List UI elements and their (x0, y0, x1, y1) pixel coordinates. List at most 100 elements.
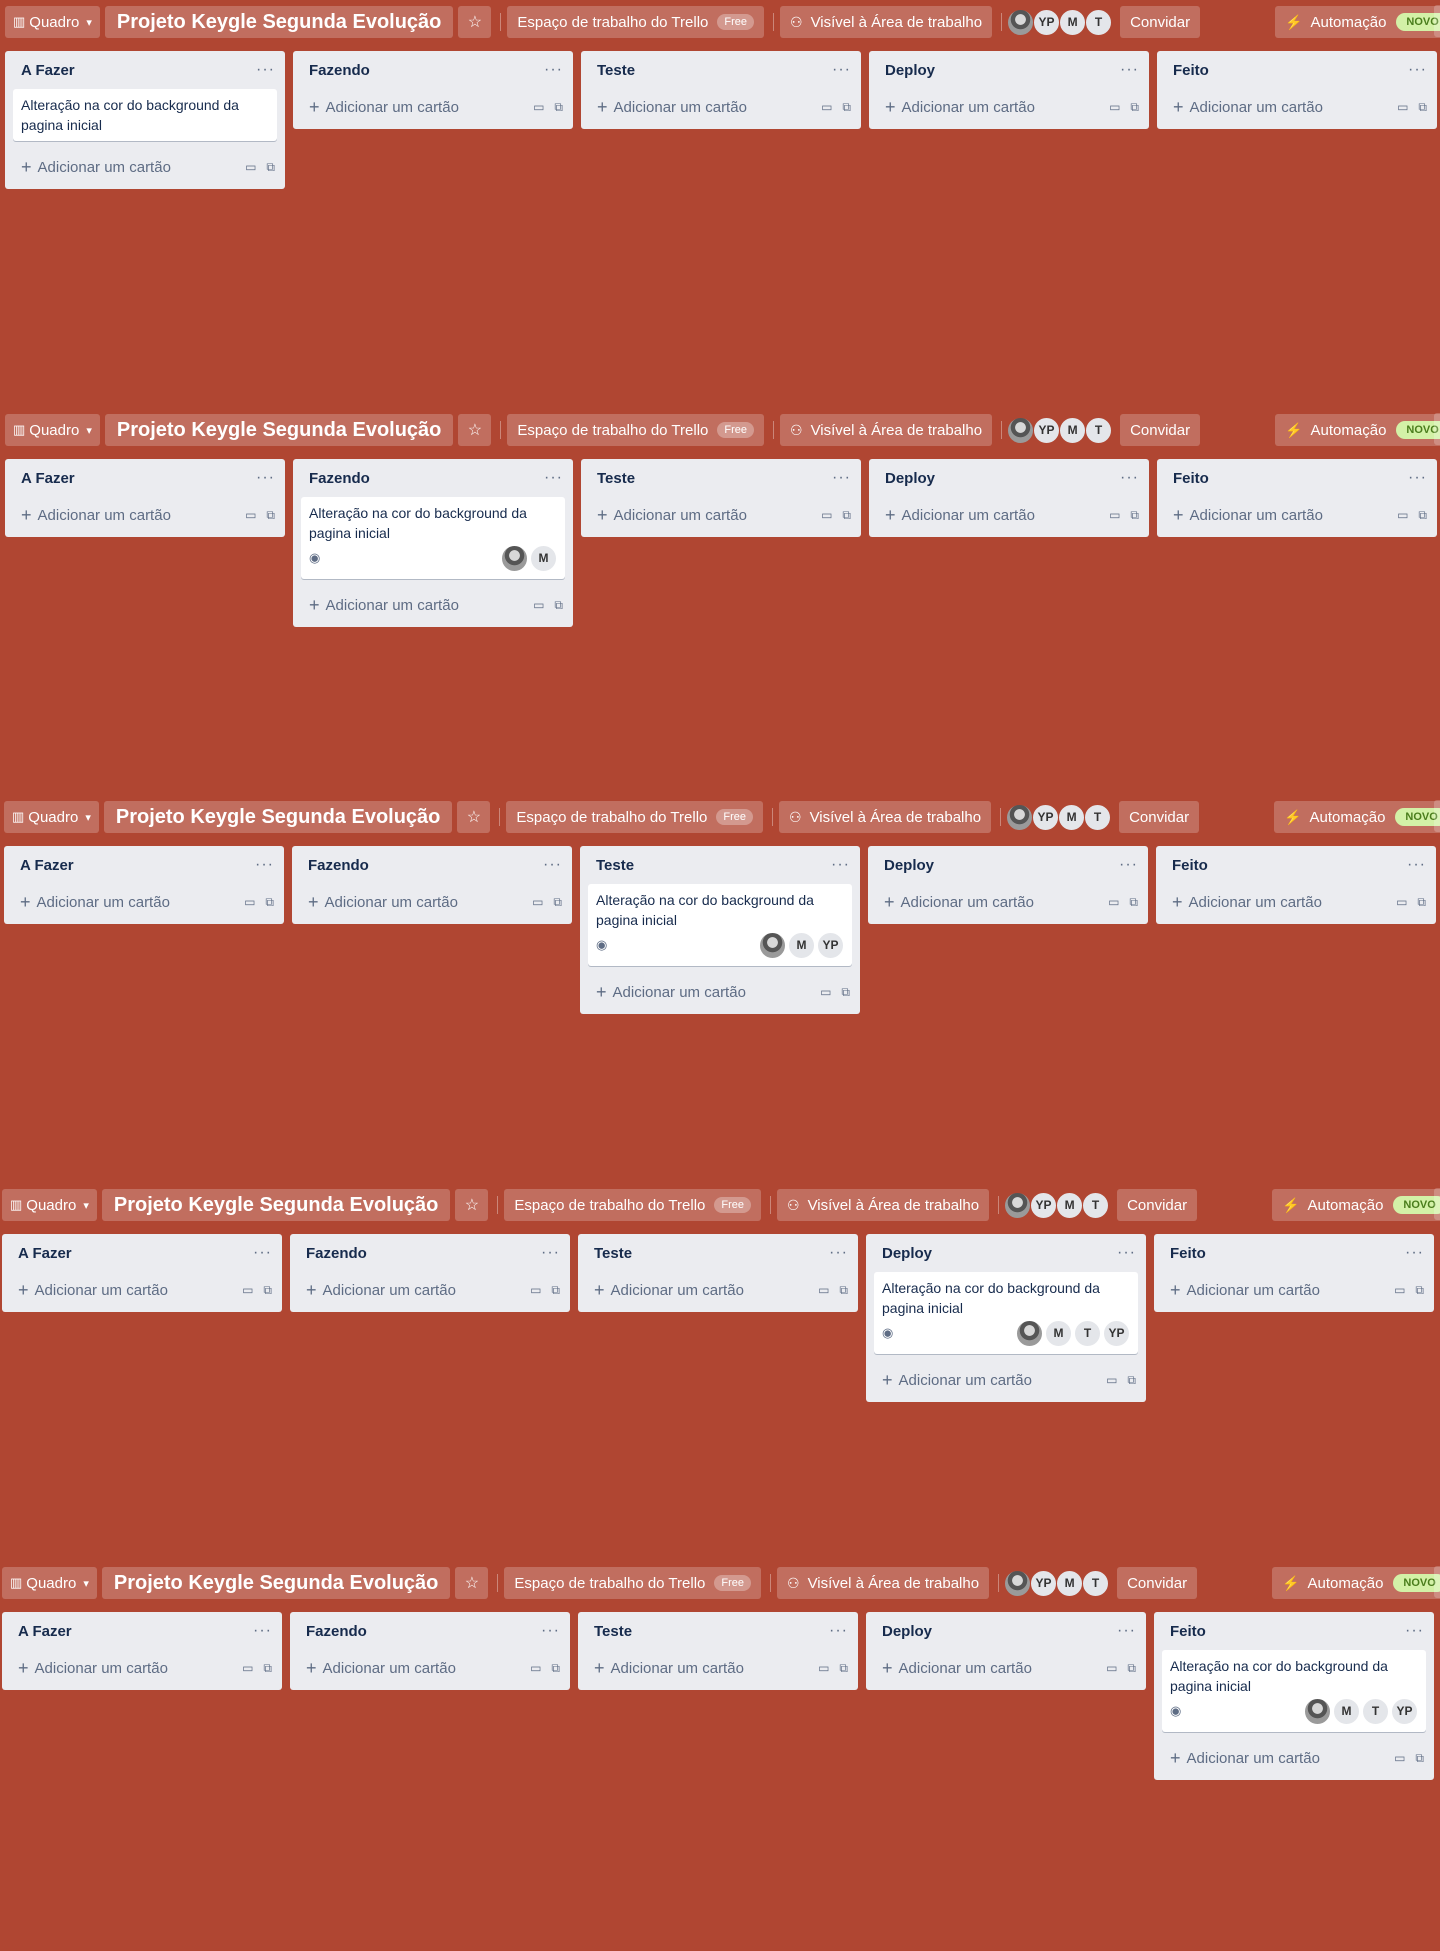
list-title[interactable]: A Fazer (20, 857, 74, 874)
card-template-icon[interactable]: ▭ (533, 598, 544, 612)
avatar[interactable]: M (788, 931, 815, 959)
avatar[interactable]: YP (1391, 1697, 1418, 1725)
avatar[interactable]: M (530, 544, 557, 572)
more-icon[interactable]: ··· (1405, 1244, 1424, 1262)
avatar-photo[interactable] (1304, 1697, 1331, 1725)
automation-button[interactable]: ⚡ Automação NOVO (1272, 1567, 1440, 1599)
avatar[interactable]: T (1084, 803, 1112, 831)
list-title[interactable]: Deploy (882, 1623, 932, 1640)
avatar[interactable]: M (1056, 1569, 1084, 1597)
star-button[interactable]: ☆ (458, 6, 492, 38)
add-card-button[interactable]: + Adicionar um cartão ▭ ⧉ (581, 497, 861, 537)
card[interactable]: Alteração na cor do background da pagina… (13, 89, 277, 141)
list-title[interactable]: Fazendo (309, 470, 370, 487)
card-template-icon[interactable]: ▭ (818, 1283, 829, 1297)
add-card-button[interactable]: + Adicionar um cartão ▭ ⧉ (866, 1362, 1146, 1402)
workspace-button[interactable]: Espaço de trabalho do Trello Free (506, 801, 763, 833)
card-template-icon[interactable]: ▭ (245, 508, 256, 522)
template-icon[interactable]: ⧉ (1129, 895, 1138, 910)
star-button[interactable]: ☆ (458, 414, 492, 446)
automation-button[interactable]: ⚡ Automação NOVO (1275, 6, 1440, 38)
avatar-photo[interactable] (1007, 416, 1035, 444)
invite-button[interactable]: Convidar (1120, 414, 1201, 446)
card-template-icon[interactable]: ▭ (530, 1661, 541, 1675)
avatar[interactable]: YP (1033, 8, 1061, 36)
header-overflow-button[interactable] (1434, 800, 1440, 832)
list-title[interactable]: A Fazer (18, 1623, 72, 1640)
board-title[interactable]: Projeto Keygle Segunda Evolução (101, 1567, 451, 1599)
more-icon[interactable]: ··· (543, 856, 562, 874)
card-template-icon[interactable]: ▭ (533, 100, 544, 114)
avatar-photo[interactable] (1004, 1569, 1032, 1597)
card-template-icon[interactable]: ▭ (821, 508, 832, 522)
avatar[interactable]: M (1059, 416, 1087, 444)
star-button[interactable]: ☆ (455, 1189, 489, 1221)
more-icon[interactable]: ··· (255, 856, 274, 874)
workspace-button[interactable]: Espaço de trabalho do Trello Free (507, 414, 764, 446)
add-card-button[interactable]: + Adicionar um cartão ▭ ⧉ (1156, 884, 1436, 924)
add-card-button[interactable]: + Adicionar um cartão ▭ ⧉ (581, 89, 861, 129)
add-card-button[interactable]: + Adicionar um cartão ▭ ⧉ (578, 1272, 858, 1312)
list-title[interactable]: Feito (1170, 1245, 1206, 1262)
star-button[interactable]: ☆ (457, 801, 491, 833)
visibility-button[interactable]: ⚇ Visível à Área de trabalho (777, 1567, 990, 1599)
add-card-button[interactable]: + Adicionar um cartão ▭ ⧉ (5, 497, 285, 537)
invite-button[interactable]: Convidar (1120, 6, 1201, 38)
template-icon[interactable]: ⧉ (1417, 895, 1426, 910)
add-card-button[interactable]: + Adicionar um cartão ▭ ⧉ (580, 974, 860, 1014)
template-icon[interactable]: ⧉ (1127, 1373, 1136, 1388)
list-title[interactable]: Teste (594, 1245, 632, 1262)
header-overflow-button[interactable] (1434, 1188, 1440, 1220)
card-template-icon[interactable]: ▭ (1397, 100, 1408, 114)
avatar[interactable]: T (1362, 1697, 1389, 1725)
avatar[interactable]: M (1045, 1319, 1072, 1347)
card[interactable]: Alteração na cor do background da pagina… (301, 497, 565, 579)
more-icon[interactable]: ··· (256, 61, 275, 79)
avatar[interactable]: YP (1033, 416, 1061, 444)
list-title[interactable]: Feito (1170, 1623, 1206, 1640)
card-template-icon[interactable]: ▭ (532, 895, 543, 909)
invite-button[interactable]: Convidar (1119, 801, 1200, 833)
add-card-button[interactable]: + Adicionar um cartão ▭ ⧉ (290, 1650, 570, 1690)
avatar[interactable]: M (1333, 1697, 1360, 1725)
more-icon[interactable]: ··· (1120, 469, 1139, 487)
template-icon[interactable]: ⧉ (841, 985, 850, 1000)
avatar[interactable]: T (1074, 1319, 1101, 1347)
add-card-button[interactable]: + Adicionar um cartão ▭ ⧉ (2, 1650, 282, 1690)
avatar[interactable]: YP (1030, 1569, 1058, 1597)
template-icon[interactable]: ⧉ (263, 1661, 272, 1676)
more-icon[interactable]: ··· (832, 61, 851, 79)
view-switcher-button[interactable]: ▥ Quadro ▾ (4, 801, 99, 833)
card-template-icon[interactable]: ▭ (1108, 895, 1119, 909)
list-title[interactable]: Teste (597, 470, 635, 487)
card[interactable]: Alteração na cor do background da pagina… (874, 1272, 1138, 1354)
add-card-button[interactable]: + Adicionar um cartão ▭ ⧉ (1154, 1740, 1434, 1780)
template-icon[interactable]: ⧉ (1418, 100, 1427, 115)
template-icon[interactable]: ⧉ (1130, 508, 1139, 523)
template-icon[interactable]: ⧉ (1130, 100, 1139, 115)
list-title[interactable]: Fazendo (306, 1245, 367, 1262)
add-card-button[interactable]: + Adicionar um cartão ▭ ⧉ (869, 89, 1149, 129)
card-template-icon[interactable]: ▭ (242, 1661, 253, 1675)
more-icon[interactable]: ··· (831, 856, 850, 874)
template-icon[interactable]: ⧉ (842, 100, 851, 115)
template-icon[interactable]: ⧉ (839, 1283, 848, 1298)
visibility-button[interactable]: ⚇ Visível à Área de trabalho (780, 414, 993, 446)
list-title[interactable]: Fazendo (306, 1623, 367, 1640)
more-icon[interactable]: ··· (253, 1622, 272, 1640)
card-template-icon[interactable]: ▭ (244, 895, 255, 909)
add-card-button[interactable]: + Adicionar um cartão ▭ ⧉ (293, 587, 573, 627)
add-card-button[interactable]: + Adicionar um cartão ▭ ⧉ (578, 1650, 858, 1690)
list-title[interactable]: Teste (596, 857, 634, 874)
template-icon[interactable]: ⧉ (551, 1661, 560, 1676)
card-template-icon[interactable]: ▭ (242, 1283, 253, 1297)
list-title[interactable]: Teste (597, 62, 635, 79)
card-template-icon[interactable]: ▭ (1106, 1373, 1117, 1387)
list-title[interactable]: Deploy (885, 62, 935, 79)
board-title[interactable]: Projeto Keygle Segunda Evolução (104, 6, 454, 38)
view-switcher-button[interactable]: ▥ Quadro ▾ (5, 414, 100, 446)
template-icon[interactable]: ⧉ (554, 598, 563, 613)
template-icon[interactable]: ⧉ (266, 508, 275, 523)
card-template-icon[interactable]: ▭ (818, 1661, 829, 1675)
template-icon[interactable]: ⧉ (551, 1283, 560, 1298)
